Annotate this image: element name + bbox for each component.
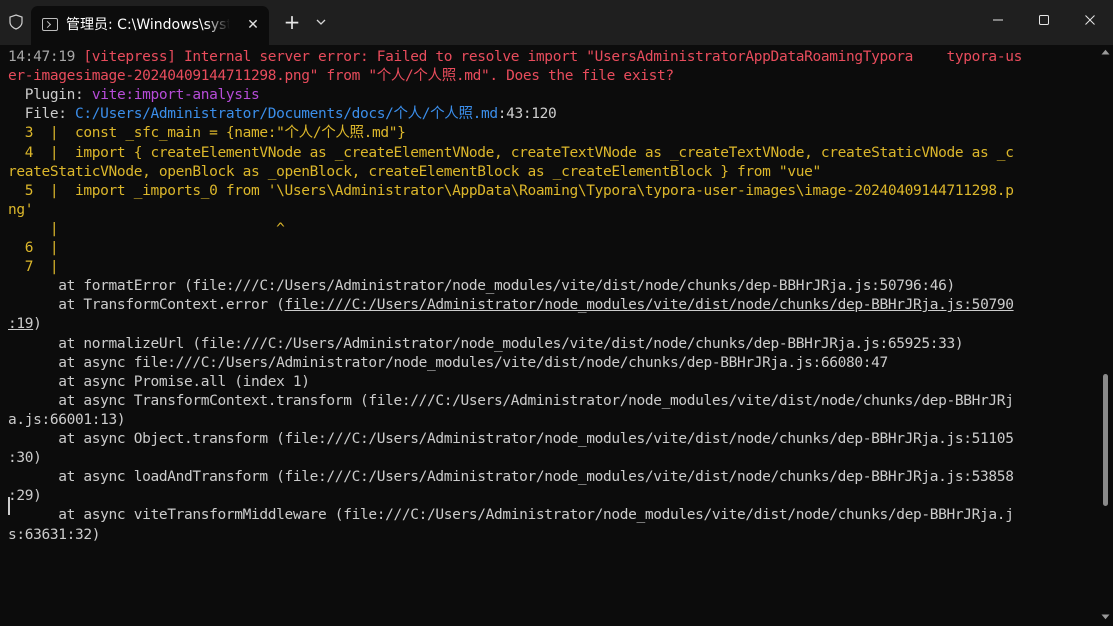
terminal-line: at async TransformContext.transform (fil… <box>8 392 1014 411</box>
terminal-line: at async Object.transform (file:///C:/Us… <box>8 430 1014 449</box>
minimize-button[interactable] <box>975 0 1021 40</box>
maximize-icon <box>1039 15 1049 25</box>
scroll-up-icon[interactable] <box>1101 49 1110 55</box>
tab-title: 管理员: C:\Windows\system32\cmd.exe <box>66 17 230 33</box>
terminal-text: | ^ <box>8 220 285 237</box>
tab-cmd[interactable]: 管理员: C:\Windows\system32\cmd.exe ✕ <box>31 6 269 45</box>
close-icon <box>1085 15 1095 25</box>
terminal-line: at formatError (file:///C:/Users/Adminis… <box>8 277 955 296</box>
scroll-down-icon[interactable] <box>1101 614 1110 620</box>
terminal-line: :19) <box>8 315 42 334</box>
terminal-text: at TransformContext.error ( <box>8 297 285 314</box>
terminal-text: at async file:///C:/Users/Administrator/… <box>8 354 888 371</box>
terminal-text: vite:import-analysis <box>91 87 260 104</box>
terminal-text: 7 | <box>8 259 59 276</box>
terminal-line: at normalizeUrl (file:///C:/Users/Admini… <box>8 335 963 354</box>
terminal-icon <box>42 18 58 31</box>
terminal-text: File: <box>8 106 76 123</box>
terminal-line: ng' <box>8 201 33 220</box>
terminal-text: at async TransformContext.transform (fil… <box>8 392 1014 409</box>
scrollbar-thumb[interactable] <box>1103 374 1108 506</box>
terminal-window: 管理员: C:\Windows\system32\cmd.exe ✕ + 14:… <box>0 0 1113 626</box>
terminal-text: at async Object.transform (file:///C:/Us… <box>8 431 1014 447</box>
terminal-text: at normalizeUrl (file:///C:/Users/Admini… <box>8 335 964 352</box>
terminal-line: 6 | <box>8 239 59 258</box>
terminal-line: at TransformContext.error (file:///C:/Us… <box>8 296 1014 315</box>
terminal-text: ) <box>33 316 42 333</box>
terminal-line: File: C:/Users/Administrator/Documents/d… <box>8 105 557 124</box>
terminal-text: :19 <box>8 316 34 333</box>
terminal-text: :43:120 <box>497 106 557 123</box>
tab-close-icon[interactable]: ✕ <box>243 15 263 35</box>
terminal-line: at async Promise.all (index 1) <box>8 373 310 392</box>
terminal-output[interactable]: 14:47:19 [vitepress] Internal server err… <box>0 45 1098 626</box>
terminal-text: :29) <box>8 488 42 505</box>
text-cursor <box>8 497 10 515</box>
terminal-text: at async Promise.all (index 1) <box>8 373 310 390</box>
terminal-text: at formatError (file:///C:/Users/Adminis… <box>8 278 955 295</box>
terminal-text: 6 | <box>8 240 59 256</box>
terminal-line: 14:47:19 [vitepress] Internal server err… <box>8 48 1022 67</box>
terminal-line: 7 | <box>8 258 59 277</box>
terminal-text: file:///C:/Users/Administrator/node_modu… <box>284 297 1014 314</box>
new-tab-button[interactable]: + <box>281 11 303 33</box>
terminal-text: :30) <box>8 450 42 467</box>
title-bar: 管理员: C:\Windows\system32\cmd.exe ✕ + <box>0 0 1113 45</box>
terminal-line: 3 | const _sfc_main = {name:"个人/个人照.md"} <box>8 124 406 143</box>
chevron-down-icon[interactable] <box>312 13 330 31</box>
terminal-text: s:63631:32) <box>8 526 101 543</box>
terminal-text: [vitepress] Internal server error: Faile… <box>83 49 1022 65</box>
terminal-line: er-imagesimage-20240409144711298.png" fr… <box>8 67 674 86</box>
terminal-line: :30) <box>8 449 42 468</box>
terminal-text: ng' <box>8 201 34 218</box>
vertical-scrollbar[interactable] <box>1098 45 1113 626</box>
terminal-text: 5 | import _imports_0 from '\Users\Admin… <box>8 182 1014 199</box>
terminal-line: :29) <box>8 487 42 506</box>
close-button[interactable] <box>1067 0 1113 40</box>
terminal-line: s:63631:32) <box>8 526 101 545</box>
terminal-line: at async viteTransformMiddleware (file:/… <box>8 506 1014 525</box>
maximize-button[interactable] <box>1021 0 1067 40</box>
terminal-text: C:/Users/Administrator/Documents/docs/个人… <box>75 106 498 123</box>
terminal-line: at async file:///C:/Users/Administrator/… <box>8 354 888 373</box>
shield-icon <box>9 14 23 30</box>
terminal-text: 4 | import { createElementVNode as _crea… <box>8 144 1014 161</box>
terminal-text: Plugin: <box>8 87 92 104</box>
terminal-text: reateStaticVNode, openBlock as _openBloc… <box>8 163 821 180</box>
terminal-line: | ^ <box>8 220 285 239</box>
terminal-text: a.js:66001:13) <box>8 411 126 428</box>
terminal-line: 5 | import _imports_0 from '\Users\Admin… <box>8 182 1014 201</box>
terminal-line: a.js:66001:13) <box>8 411 126 430</box>
terminal-text: 3 | const _sfc_main = {name:"个人/个人照.md"} <box>8 125 406 142</box>
terminal-line: Plugin: vite:import-analysis <box>8 86 260 105</box>
terminal-text: at async loadAndTransform (file:///C:/Us… <box>8 469 1014 486</box>
terminal-text: at async viteTransformMiddleware (file:/… <box>8 507 1014 524</box>
minimize-icon <box>993 19 1003 21</box>
terminal-line: 4 | import { createElementVNode as _crea… <box>8 144 1014 163</box>
terminal-text: 14:47:19 <box>8 49 84 65</box>
terminal-line: at async loadAndTransform (file:///C:/Us… <box>8 468 1014 487</box>
terminal-text: er-imagesimage-20240409144711298.png" fr… <box>8 68 674 85</box>
terminal-line: reateStaticVNode, openBlock as _openBloc… <box>8 163 821 182</box>
